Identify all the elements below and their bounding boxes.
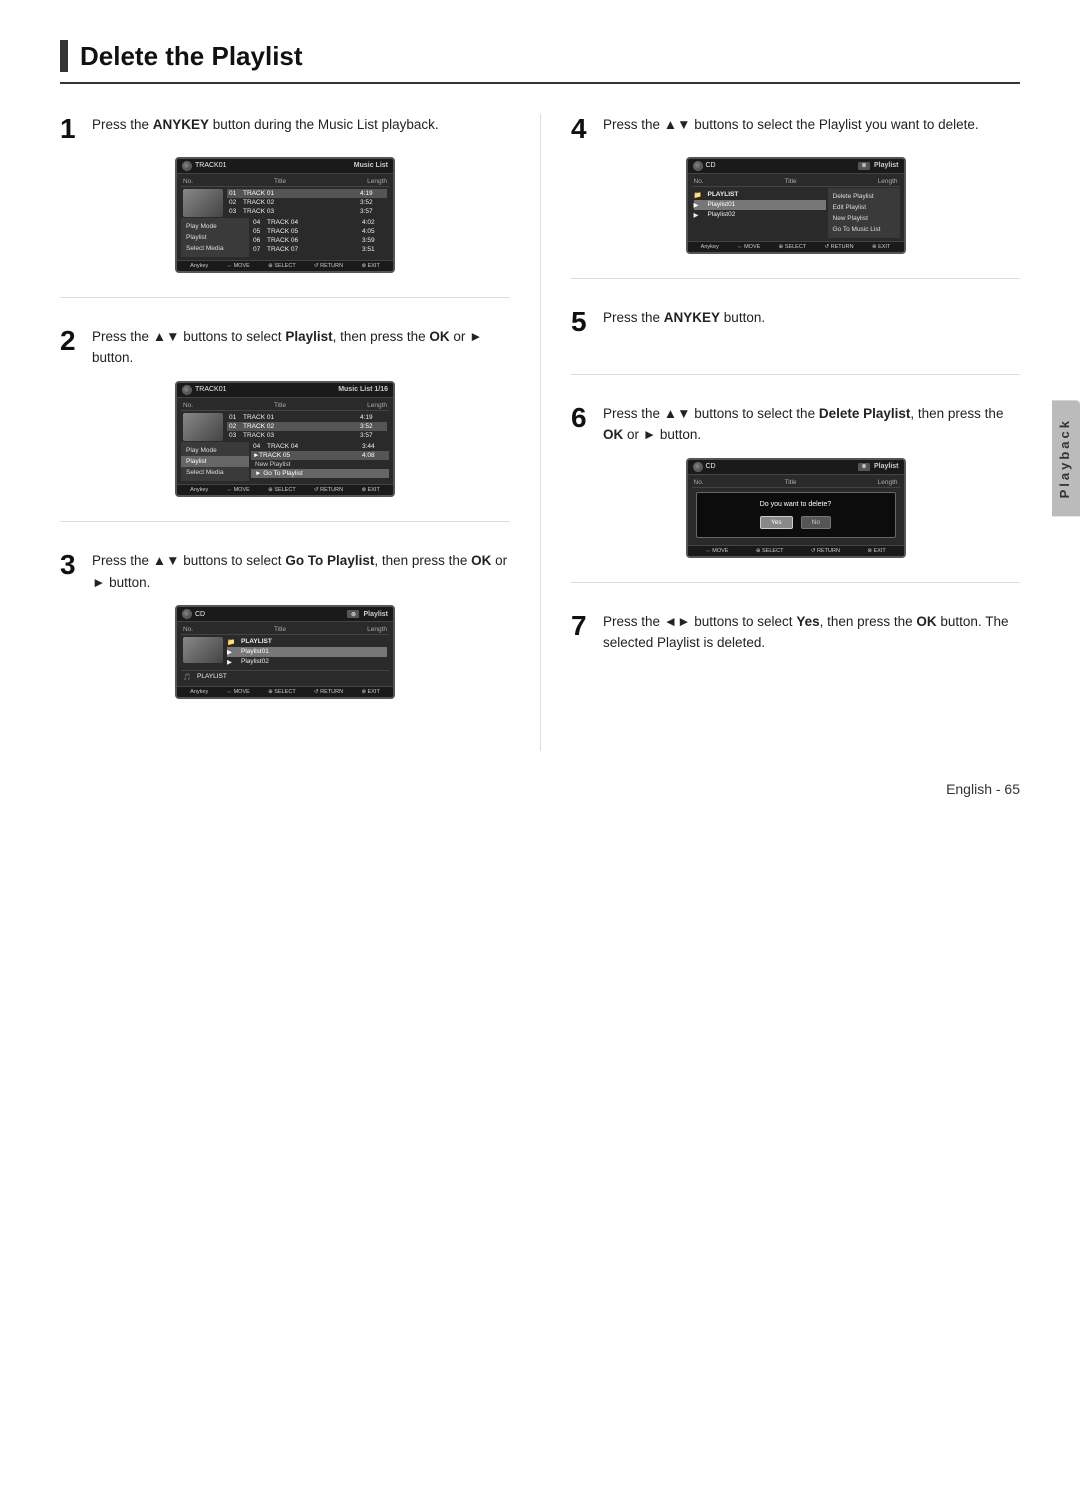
screen2-footer: Anykey⇔ MOVE⊕ SELECT↺ RETURN⊗ EXIT — [177, 484, 393, 495]
screen1-lower: Play Mode Playlist Select Media 04TRACK … — [181, 218, 389, 257]
step-4-number: 4 — [571, 114, 593, 145]
disc-icon-3 — [182, 609, 192, 619]
screen1-title: Music List — [354, 162, 388, 169]
screen3-title: Playlist — [363, 611, 388, 618]
step-5-text: Press the ANYKEY button. — [603, 307, 765, 329]
step-6-text: Press the ▲▼ buttons to select the Delet… — [603, 403, 1020, 446]
dialog-no: No — [801, 516, 831, 529]
step-1: 1 Press the ANYKEY button during the Mus… — [60, 114, 510, 298]
screen6-footer: ⇔ MOVE⊕ SELECT↺ RETURN⊗ EXIT — [688, 545, 904, 556]
screen1-track: TRACK01 — [195, 162, 227, 169]
step-5-number: 5 — [571, 307, 593, 338]
step-3-number: 3 — [60, 550, 82, 581]
screen3-footer: Anykey⇔ MOVE⊕ SELECT↺ RETURN⊗ EXIT — [177, 686, 393, 697]
screen4-badge: ⊗ — [858, 162, 870, 170]
screen6-track: CD — [706, 463, 716, 470]
page-number: English - 65 — [60, 771, 1020, 797]
step-2: 2 Press the ▲▼ buttons to select Playlis… — [60, 326, 510, 522]
screen2-row-thumb: 01TRACK 014:19 02TRACK 023:52 03TRACK 03… — [181, 412, 389, 442]
screen4-content: 📁PLAYLIST ▶Playlist01 ▶Playlist02 — [692, 188, 900, 238]
title-accent-bar — [60, 40, 68, 72]
screen4-table-header: No.TitleLength — [692, 177, 900, 187]
screen4-footer: Anykey⇔ MOVE⊕ SELECT↺ RETURN⊗ EXIT — [688, 241, 904, 252]
screen-mockup-4: CD ⊗ Playlist No.TitleLength — [686, 157, 906, 254]
screen1-footer: Anykey⇔ MOVE⊕ SELECT↺ RETURN⊗ EXIT — [177, 260, 393, 271]
step-2-text: Press the ▲▼ buttons to select Playlist,… — [92, 326, 510, 369]
disc-icon-2 — [182, 385, 192, 395]
step-5: 5 Press the ANYKEY button. — [571, 307, 1020, 375]
screen2-table-header: No.TitleLength — [181, 401, 389, 411]
screen6-title: Playlist — [874, 463, 899, 470]
step-4-text: Press the ▲▼ buttons to select the Playl… — [603, 114, 979, 136]
screen3-track: CD — [195, 611, 205, 618]
screen3-bottom: 🎵PLAYLIST — [181, 670, 389, 683]
step-4-header: 4 Press the ▲▼ buttons to select the Pla… — [571, 114, 1020, 145]
step-6: 6 Press the ▲▼ buttons to select the Del… — [571, 403, 1020, 583]
step-6-header: 6 Press the ▲▼ buttons to select the Del… — [571, 403, 1020, 446]
playback-tab: Playback — [1052, 400, 1080, 516]
screen2-lower: Play Mode Playlist Select Media 04TRACK … — [181, 442, 389, 481]
step-1-header: 1 Press the ANYKEY button during the Mus… — [60, 114, 510, 145]
step-1-text: Press the ANYKEY button during the Music… — [92, 114, 439, 136]
step-5-header: 5 Press the ANYKEY button. — [571, 307, 1020, 338]
screen1-table-header: No.TitleLength — [181, 177, 389, 187]
dialog-text: Do you want to delete? — [701, 501, 891, 508]
screen6-dialog: Do you want to delete? Yes No — [696, 492, 896, 538]
screen3-table-header: No.TitleLength — [181, 625, 389, 635]
page-title: Delete the Playlist — [80, 41, 303, 72]
screen3-badge: ⊗ — [347, 610, 359, 618]
step-7-header: 7 Press the ◄► buttons to select Yes, th… — [571, 611, 1020, 654]
step-2-number: 2 — [60, 326, 82, 357]
step-4: 4 Press the ▲▼ buttons to select the Pla… — [571, 114, 1020, 279]
screen2-title: Music List 1/16 — [338, 386, 388, 393]
step-1-number: 1 — [60, 114, 82, 145]
screen4-title: Playlist — [874, 162, 899, 169]
section-title-bar: Delete the Playlist — [60, 40, 1020, 84]
step-2-header: 2 Press the ▲▼ buttons to select Playlis… — [60, 326, 510, 369]
step-3-header: 3 Press the ▲▼ buttons to select Go To P… — [60, 550, 510, 593]
step-3-text: Press the ▲▼ buttons to select Go To Pla… — [92, 550, 510, 593]
step-7: 7 Press the ◄► buttons to select Yes, th… — [571, 611, 1020, 690]
screen3-content: 📁PLAYLIST ▶Playlist01 ▶Playlist02 — [181, 636, 389, 668]
screen6-table-header: No.TitleLength — [692, 478, 900, 488]
screen-mockup-6: CD ⊗ Playlist No.TitleLength Do — [686, 458, 906, 558]
step-7-number: 7 — [571, 611, 593, 642]
step-7-text: Press the ◄► buttons to select Yes, then… — [603, 611, 1020, 654]
screen1-row-thumb: 01TRACK 014:19 02TRACK 023:52 03TRACK 03… — [181, 188, 389, 218]
dialog-yes: Yes — [760, 516, 793, 529]
screen-mockup-3: CD ⊗ Playlist No.TitleLength — [175, 605, 395, 699]
screen6-badge: ⊗ — [858, 463, 870, 471]
screen-mockup-2: TRACK01 Music List 1/16 No.TitleLength — [175, 381, 395, 497]
screen4-track: CD — [706, 162, 716, 169]
screen-mockup-1: TRACK01 Music List No.TitleLength — [175, 157, 395, 273]
step-6-number: 6 — [571, 403, 593, 434]
dialog-buttons: Yes No — [701, 516, 891, 529]
step-3: 3 Press the ▲▼ buttons to select Go To P… — [60, 550, 510, 723]
screen2-track: TRACK01 — [195, 386, 227, 393]
disc-icon-6 — [693, 462, 703, 472]
disc-icon-4 — [693, 161, 703, 171]
disc-icon-1 — [182, 161, 192, 171]
